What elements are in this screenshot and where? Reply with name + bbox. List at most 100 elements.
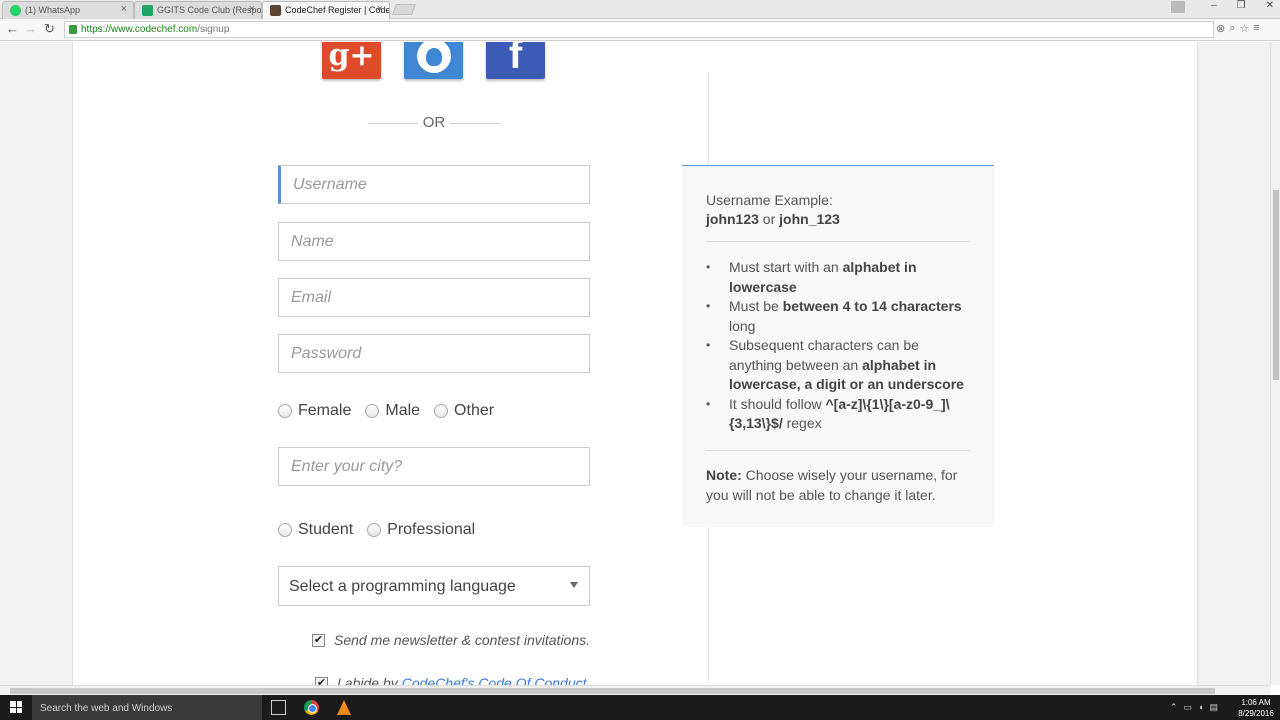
radio-label: Other	[454, 402, 495, 419]
gender-female-option[interactable]: Female	[278, 402, 351, 420]
windows-start-icon[interactable]	[10, 701, 22, 713]
taskbar-search-placeholder: Search the web and Windows	[40, 703, 173, 714]
menu-icon[interactable]: ≡	[1253, 22, 1259, 35]
system-tray: ⌃ ▭ ◖ ▤	[1170, 702, 1218, 713]
minimize-icon[interactable]: –	[1211, 0, 1217, 11]
example-a: john123	[706, 211, 759, 227]
taskbar-clock[interactable]: 1:06 AM 8/29/2016	[1236, 697, 1276, 719]
list-item: Must be between 4 to 14 characters long	[706, 297, 974, 336]
code-of-conduct-checkbox[interactable]: ✔	[315, 676, 328, 685]
gender-other-option[interactable]: Other	[434, 402, 494, 420]
select-value: Select a programming language	[289, 578, 516, 595]
toolbar-icons: ⊗ ⌕ ☆ ≡	[1216, 22, 1260, 35]
address-bar[interactable]: https://www.codechef.com/signup	[64, 21, 1214, 38]
newsletter-checkbox[interactable]: ✔	[312, 633, 325, 647]
facebook-signup-button[interactable]: f	[486, 42, 545, 79]
user-profile-icon[interactable]	[1171, 1, 1185, 13]
username-field[interactable]	[278, 165, 590, 204]
clock-date: 8/29/2016	[1238, 709, 1274, 718]
or-separator: OR	[368, 114, 500, 132]
google-plus-icon: g+	[328, 42, 375, 73]
browser-tab-strip: (1) WhatsApp × GGITS Code Club (Respo × …	[0, 0, 1280, 19]
tab-whatsapp[interactable]: (1) WhatsApp ×	[2, 1, 134, 19]
windows-taskbar: Search the web and Windows ⌃ ▭ ◖ ▤ 1:06 …	[0, 695, 1280, 720]
forms-icon	[142, 5, 153, 16]
gender-radio-group: Female Male Other	[278, 402, 508, 420]
radio-button[interactable]	[434, 404, 449, 418]
notification-icon[interactable]: ▤	[1210, 702, 1219, 713]
or-text: OR	[422, 114, 446, 131]
tab-title: (1) WhatsApp	[25, 5, 81, 15]
vertical-scrollbar[interactable]	[1270, 42, 1280, 685]
horizontal-scrollbar[interactable]	[0, 685, 1270, 695]
list-item: It should follow ^[a-z]\{1\}[a-z0-9_]\{3…	[706, 395, 974, 434]
close-icon[interactable]: ×	[377, 3, 383, 15]
occupation-student-option[interactable]: Student	[278, 521, 353, 539]
username-example-label: Username Example:	[706, 192, 833, 208]
url-host: https://www.codechef.com	[81, 24, 198, 35]
close-icon[interactable]: ×	[249, 3, 255, 15]
programming-language-select[interactable]: Select a programming language	[278, 566, 590, 606]
newsletter-label: Send me newsletter & contest invitations…	[334, 632, 591, 648]
taskbar-search-box[interactable]: Search the web and Windows	[32, 695, 262, 720]
note-label: Note:	[706, 467, 742, 483]
example-b: john_123	[779, 211, 840, 227]
tab-title: CodeChef Register | Code	[285, 5, 390, 15]
name-field[interactable]	[278, 222, 590, 261]
chevron-down-icon	[570, 582, 578, 588]
new-tab-button[interactable]	[391, 4, 417, 15]
block-icon[interactable]: ⊗	[1216, 22, 1225, 35]
list-item: Must start with an alphabet in lowercase	[706, 258, 974, 297]
reload-icon[interactable]: ↻	[44, 21, 55, 37]
tab-title: GGITS Code Club (Respo	[157, 5, 262, 15]
star-icon[interactable]: ☆	[1239, 22, 1249, 35]
zoom-icon[interactable]: ⌕	[1229, 22, 1235, 35]
divider	[706, 241, 970, 242]
forward-icon[interactable]: →	[24, 21, 37, 36]
newsletter-checkbox-row: ✔ Send me newsletter & contest invitatio…	[312, 632, 590, 648]
note-text: Choose wisely your username, for you wil…	[706, 467, 958, 503]
username-rules-panel: Username Example: john123 or john_123 Mu…	[682, 165, 994, 527]
chrome-icon[interactable]	[304, 700, 319, 715]
email-field[interactable]	[278, 278, 590, 317]
back-icon[interactable]: ←	[6, 21, 19, 36]
username-example-values: john123 or john_123	[706, 211, 840, 227]
vlc-icon[interactable]	[337, 700, 351, 715]
occupation-radio-group: Student Professional	[278, 521, 489, 539]
radio-label: Student	[298, 521, 354, 538]
password-field[interactable]	[278, 334, 590, 373]
scrollbar-thumb[interactable]	[1273, 190, 1279, 380]
gender-male-option[interactable]: Male	[365, 402, 420, 420]
username-rules-list: Must start with an alphabet in lowercase…	[706, 258, 974, 434]
radio-button[interactable]	[367, 523, 382, 537]
occupation-professional-option[interactable]: Professional	[367, 521, 475, 539]
code-of-conduct-link[interactable]: CodeChef's Code Of Conduct	[402, 675, 587, 685]
radio-label: Male	[385, 402, 421, 419]
tab-ggits-code-club[interactable]: GGITS Code Club (Respo ×	[134, 1, 262, 19]
radio-label: Female	[298, 402, 352, 419]
close-icon[interactable]: ×	[121, 3, 127, 15]
code-of-conduct-checkbox-row: ✔ I abide by CodeChef's Code Of Conduct	[315, 675, 587, 685]
task-view-icon[interactable]	[271, 700, 286, 715]
window-controls: – ❐ ✕	[1211, 0, 1274, 11]
radio-button[interactable]	[278, 523, 292, 537]
github-signup-button[interactable]	[404, 42, 463, 79]
whatsapp-icon	[10, 5, 21, 16]
chevron-up-icon[interactable]: ⌃	[1170, 702, 1178, 713]
radio-button[interactable]	[365, 404, 380, 418]
facebook-icon: f	[508, 42, 523, 77]
scrollbar-thumb[interactable]	[10, 688, 1215, 694]
close-window-icon[interactable]: ✕	[1266, 0, 1274, 11]
url-path: /signup	[197, 24, 230, 35]
lock-icon	[69, 25, 77, 34]
radio-button[interactable]	[278, 404, 292, 418]
volume-icon[interactable]: ◖	[1198, 702, 1203, 713]
page-viewport: g+ f OR Female Male Other	[0, 42, 1270, 685]
restore-icon[interactable]: ❐	[1237, 0, 1246, 11]
network-icon[interactable]: ▭	[1184, 702, 1193, 713]
tab-codechef-register[interactable]: CodeChef Register | Code ×	[262, 1, 390, 19]
divider	[706, 450, 970, 451]
city-field[interactable]	[278, 447, 590, 486]
google-plus-signup-button[interactable]: g+	[322, 42, 381, 79]
radio-label: Professional	[387, 521, 476, 538]
